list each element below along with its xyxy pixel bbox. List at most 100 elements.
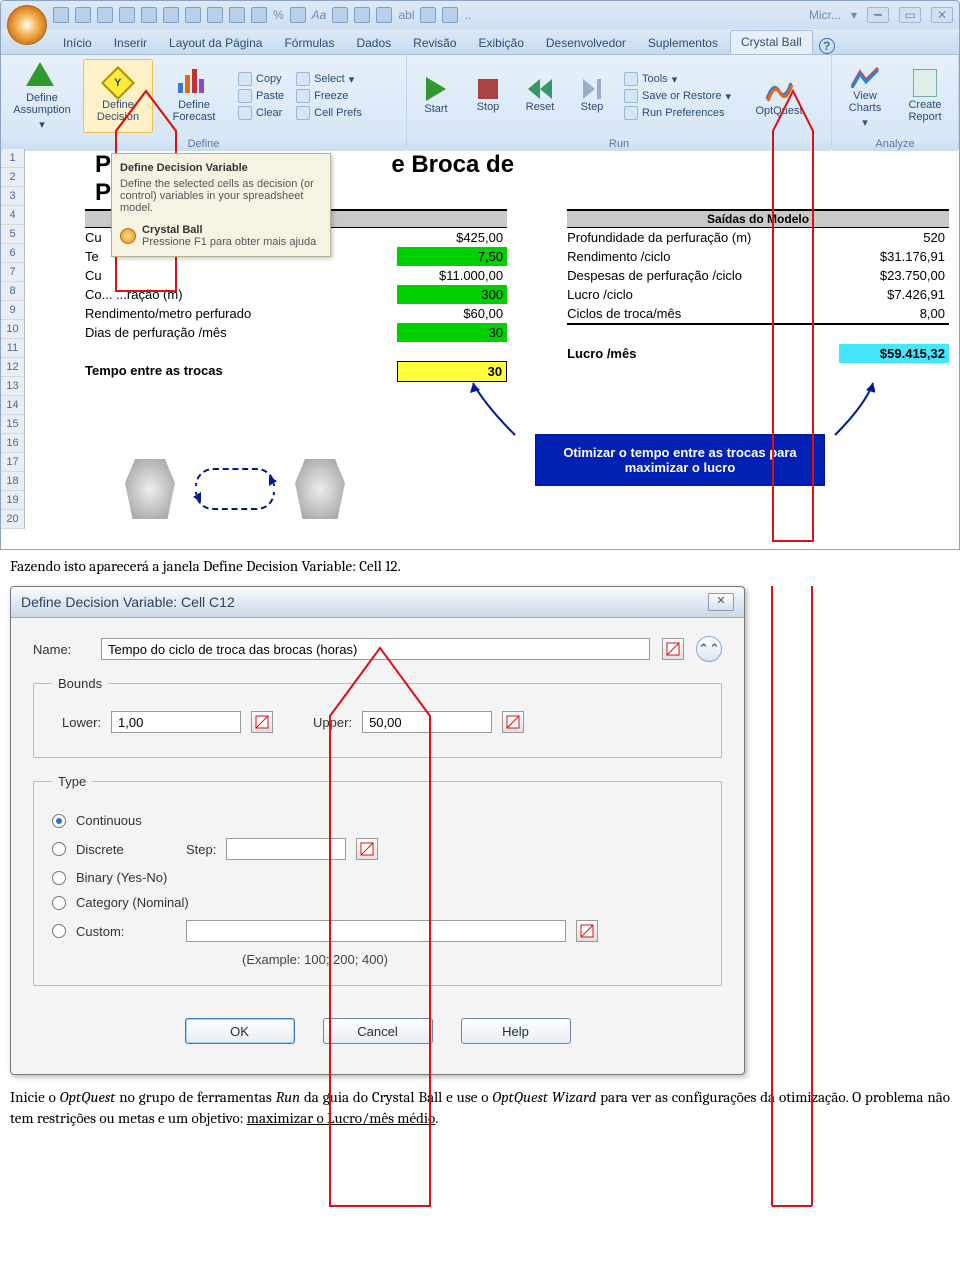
qat-icon[interactable]: [141, 7, 157, 23]
collapse-button[interactable]: ⌃⌃: [696, 636, 722, 662]
qat-undo-icon[interactable]: [75, 7, 91, 23]
row-header[interactable]: 20: [1, 510, 25, 529]
minimize-button[interactable]: ━: [867, 7, 889, 23]
close-button[interactable]: ✕: [931, 7, 953, 23]
qat-icon[interactable]: [290, 7, 306, 23]
row-header[interactable]: 14: [1, 396, 25, 415]
qat-icon[interactable]: [332, 7, 348, 23]
row-header[interactable]: 19: [1, 491, 25, 510]
tab-revisao[interactable]: Revisão: [403, 32, 466, 54]
lower-ref-button[interactable]: [251, 711, 273, 733]
input-value[interactable]: 300: [397, 285, 507, 304]
maximize-button[interactable]: ▭: [899, 7, 921, 23]
row-header[interactable]: 6: [1, 244, 25, 263]
copy-button[interactable]: Copy: [235, 71, 287, 87]
row-header[interactable]: 8: [1, 282, 25, 301]
qat-icon[interactable]: [420, 7, 436, 23]
define-assumption-button[interactable]: Define Assumption▾: [7, 59, 77, 133]
start-button[interactable]: Start: [413, 59, 459, 133]
tab-inserir[interactable]: Inserir: [104, 32, 157, 54]
define-forecast-button[interactable]: Define Forecast: [159, 59, 229, 133]
row-header[interactable]: 17: [1, 453, 25, 472]
cancel-button[interactable]: Cancel: [323, 1018, 433, 1044]
input-label: Dias de perfuração /mês: [85, 323, 227, 342]
define-decision-button[interactable]: Y Define Decision: [83, 59, 153, 133]
row-header[interactable]: 10: [1, 320, 25, 339]
radio-icon: [52, 814, 66, 828]
row-header[interactable]: 1: [1, 149, 25, 168]
dialog-close-button[interactable]: ✕: [708, 593, 734, 611]
qat-icon[interactable]: [163, 7, 179, 23]
view-charts-button[interactable]: View Charts ▾: [838, 59, 892, 133]
radio-continuous[interactable]: Continuous: [52, 813, 703, 828]
lower-input[interactable]: [111, 711, 241, 733]
help-button[interactable]: Help: [461, 1018, 571, 1044]
create-report-button[interactable]: Create Report: [898, 59, 952, 133]
row-header[interactable]: 9: [1, 301, 25, 320]
freeze-button[interactable]: Freeze: [293, 88, 365, 104]
qat-icon[interactable]: [229, 7, 245, 23]
row-header[interactable]: 15: [1, 415, 25, 434]
qat-icon[interactable]: [354, 7, 370, 23]
tools-button[interactable]: Tools ▾: [621, 71, 741, 87]
reset-button[interactable]: Reset: [517, 59, 563, 133]
input-value[interactable]: $425,00: [397, 228, 507, 247]
qat-save-icon[interactable]: [53, 7, 69, 23]
input-value[interactable]: 30: [397, 323, 507, 342]
row-header[interactable]: 4: [1, 206, 25, 225]
cellprefs-button[interactable]: Cell Prefs: [293, 105, 365, 121]
run-preferences-button[interactable]: Run Preferences: [621, 105, 741, 121]
clear-button[interactable]: Clear: [235, 105, 287, 121]
row-header[interactable]: 12: [1, 358, 25, 377]
input-value[interactable]: $60,00: [397, 304, 507, 323]
tab-crystal-ball[interactable]: Crystal Ball: [730, 30, 813, 54]
step-button[interactable]: Step: [569, 59, 615, 133]
qat-icon[interactable]: [207, 7, 223, 23]
name-ref-button[interactable]: [662, 638, 684, 660]
input-value[interactable]: 7,50: [397, 247, 507, 266]
tab-suplementos[interactable]: Suplementos: [638, 32, 728, 54]
step-input[interactable]: [226, 838, 346, 860]
office-orb[interactable]: [7, 5, 47, 45]
row-header[interactable]: 7: [1, 263, 25, 282]
radio-category[interactable]: Category (Nominal): [52, 895, 703, 910]
paste-button[interactable]: Paste: [235, 88, 287, 104]
tab-layout[interactable]: Layout da Página: [159, 32, 272, 54]
upper-input[interactable]: [362, 711, 492, 733]
row-header[interactable]: 16: [1, 434, 25, 453]
tab-desenvolvedor[interactable]: Desenvolvedor: [536, 32, 636, 54]
radio-discrete[interactable]: Discrete Step:: [52, 838, 703, 860]
optquest-button[interactable]: OptQuest: [747, 59, 811, 133]
row-header[interactable]: 18: [1, 472, 25, 491]
name-input[interactable]: [101, 638, 650, 660]
stop-button[interactable]: Stop: [465, 59, 511, 133]
row-header[interactable]: 5: [1, 225, 25, 244]
tab-dados[interactable]: Dados: [346, 32, 401, 54]
custom-input[interactable]: [186, 920, 566, 942]
qat-icon[interactable]: [442, 7, 458, 23]
tab-exibicao[interactable]: Exibição: [469, 32, 534, 54]
upper-ref-button[interactable]: [502, 711, 524, 733]
qat-icon[interactable]: [251, 7, 267, 23]
tab-inicio[interactable]: Início: [53, 32, 102, 54]
qat-print-icon[interactable]: [119, 7, 135, 23]
qat-redo-icon[interactable]: [97, 7, 113, 23]
help-icon[interactable]: ?: [819, 38, 835, 54]
tab-formulas[interactable]: Fórmulas: [274, 32, 344, 54]
save-restore-button[interactable]: Save or Restore ▾: [621, 88, 741, 104]
row-header[interactable]: 3: [1, 187, 25, 206]
row-header[interactable]: 13: [1, 377, 25, 396]
step-ref-button[interactable]: [356, 838, 378, 860]
radio-binary[interactable]: Binary (Yes-No): [52, 870, 703, 885]
radio-custom[interactable]: Custom:: [52, 920, 703, 942]
row-header[interactable]: 2: [1, 168, 25, 187]
cellprefs-icon: [296, 106, 310, 120]
input-value[interactable]: $11.000,00: [397, 266, 507, 285]
custom-ref-button[interactable]: [576, 920, 598, 942]
qat-icon[interactable]: [185, 7, 201, 23]
select-button[interactable]: Select ▾: [293, 71, 365, 87]
input-row: Co... ...ração (m)300: [85, 285, 507, 304]
row-header[interactable]: 11: [1, 339, 25, 358]
ok-button[interactable]: OK: [185, 1018, 295, 1044]
qat-icon[interactable]: [376, 7, 392, 23]
